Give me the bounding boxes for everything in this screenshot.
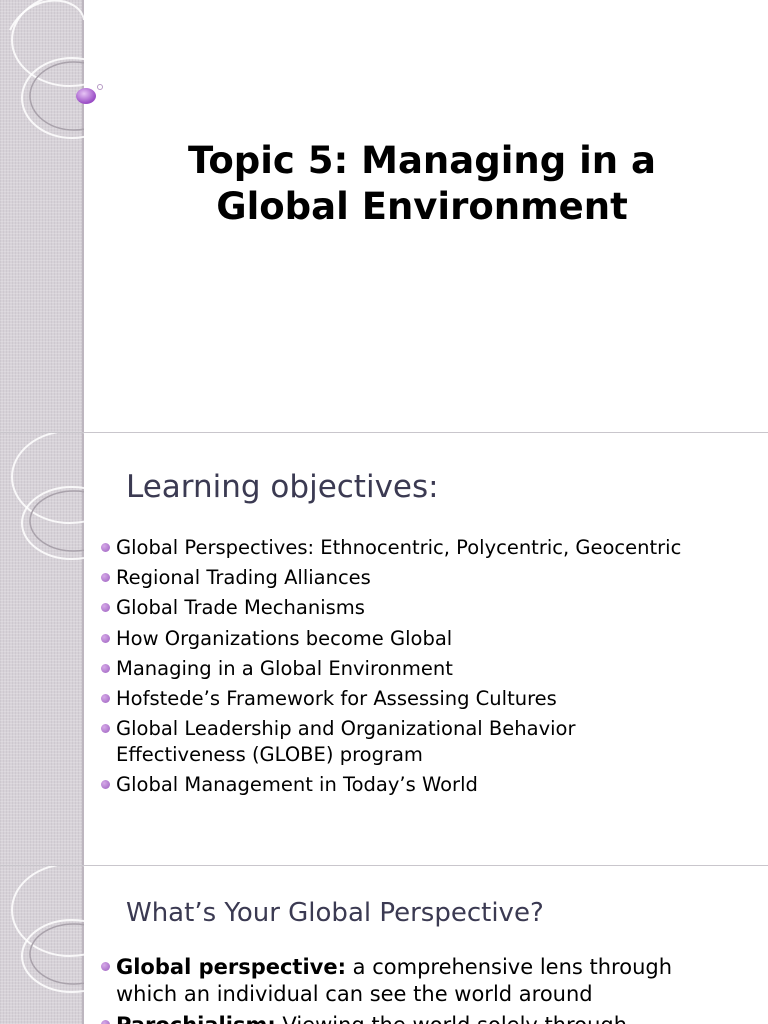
list-item: Global Perspectives: Ethnocentric, Polyc…: [100, 535, 760, 561]
list-item-text: Hofstede’s Framework for Assessing Cultu…: [116, 686, 557, 710]
list-item-text: How Organizations become Global: [116, 626, 453, 650]
definition-text-line-2: which an individual can see the world ar…: [116, 982, 593, 1006]
bullet-icon: [101, 603, 110, 613]
title-line-1: Topic 5: Managing in a: [188, 139, 656, 182]
list-item: Global Trade Mechanisms: [100, 595, 760, 621]
definition-text: a comprehensive lens through: [346, 955, 673, 979]
list-item: Global Management in Today’s World: [100, 772, 760, 798]
term-label: Parochialism:: [116, 1013, 276, 1024]
list-item-text: Regional Trading Alliances: [116, 566, 371, 590]
bullet-icon: [101, 780, 110, 790]
slide-sidebar: [0, 433, 84, 865]
bullet-icon: [101, 573, 110, 583]
global-perspective-heading: What’s Your Global Perspective?: [126, 898, 544, 928]
list-item-text: Global Perspectives: Ethnocentric, Polyc…: [116, 536, 682, 559]
decorative-swirl-graphic: [11, 433, 84, 560]
learning-objectives-heading: Learning objectives:: [126, 469, 439, 505]
bullet-icon: [101, 663, 110, 673]
list-item-text: Managing in a Global Environment: [116, 656, 453, 680]
list-item-text-line-1: Global Leadership and Organizational Beh…: [116, 717, 576, 741]
list-item: Managing in a Global Environment: [100, 656, 760, 682]
list-item-text: Global Trade Mechanisms: [116, 596, 365, 620]
list-item: Parochialism: Viewing the world solely t…: [100, 1012, 760, 1024]
list-item: Global perspective: a comprehensive lens…: [100, 954, 760, 1008]
list-item-text-line-2: Effectiveness (GLOBE) program: [116, 743, 423, 767]
bullet-icon: [101, 633, 110, 643]
bullet-icon: [101, 543, 110, 552]
definition-text: Viewing the world solely through: [276, 1013, 627, 1024]
list-item: Global Leadership and Organizational Beh…: [100, 716, 760, 768]
term-label: Global perspective:: [116, 955, 346, 979]
slide-sidebar: [0, 866, 84, 1024]
title-line-2: Global Environment: [216, 185, 628, 228]
list-item: Hofstede’s Framework for Assessing Cultu…: [100, 686, 760, 712]
slide-sidebar: [0, 0, 84, 432]
bullet-icon: [101, 693, 110, 703]
slide-global-perspective: What’s Your Global Perspective? Global p…: [0, 866, 768, 1024]
bullet-icon: [101, 724, 110, 734]
bullet-icon: [101, 1020, 110, 1024]
orb-icon: [76, 84, 103, 104]
slide-learning-objectives: Learning objectives: Global Perspectives…: [0, 433, 768, 865]
list-item: How Organizations become Global: [100, 626, 760, 652]
slide-title: Topic 5: Managing in a Global Environmen…: [0, 0, 768, 432]
decorative-swirl-graphic: [9, 0, 84, 139]
list-item-text: Global Management in Today’s World: [116, 773, 478, 797]
decorative-swirl-graphic: [11, 866, 84, 993]
slide-title-text: Topic 5: Managing in a Global Environmen…: [100, 138, 744, 230]
bullet-icon: [101, 962, 110, 971]
list-item: Regional Trading Alliances: [100, 565, 760, 591]
learning-objectives-list: Global Perspectives: Ethnocentric, Polyc…: [100, 535, 760, 803]
global-perspective-list: Global perspective: a comprehensive lens…: [100, 954, 760, 1024]
